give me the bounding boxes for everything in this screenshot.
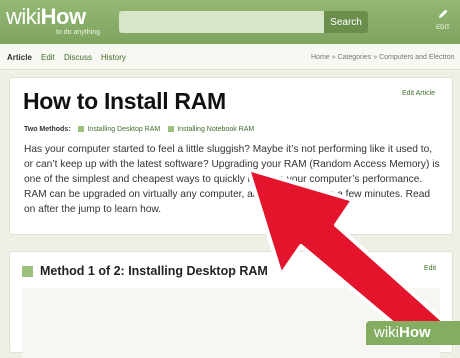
red-pointer-arrow-icon	[246, 167, 451, 345]
watermark-how: How	[399, 324, 431, 341]
wikihow-watermark: wikiHow	[366, 321, 460, 345]
watermark-wiki: wiki	[374, 324, 399, 341]
